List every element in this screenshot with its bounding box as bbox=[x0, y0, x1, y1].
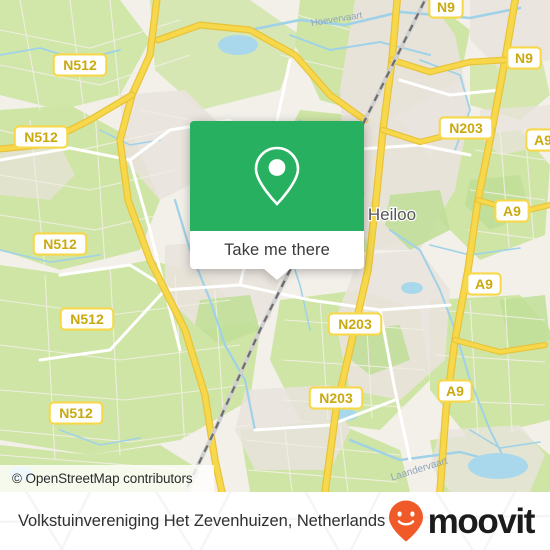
road-shield-label: A9 bbox=[475, 276, 493, 292]
road-shield-label: A9 bbox=[446, 383, 464, 399]
road-shield-n9-1: N9 bbox=[506, 46, 542, 70]
location-pin-icon bbox=[254, 146, 300, 206]
road-shield-n512-3: N512 bbox=[13, 125, 69, 149]
city-label-heiloo: Heiloo bbox=[368, 205, 416, 224]
road-shield-label: N512 bbox=[43, 236, 77, 252]
road-shield-n512-13: N512 bbox=[48, 401, 104, 425]
road-shield-label: N512 bbox=[24, 129, 58, 145]
moovit-pin-smiley-icon bbox=[388, 500, 423, 542]
road-shield-label: A9 bbox=[534, 132, 550, 148]
road-shield-label: N203 bbox=[449, 120, 483, 136]
footer-bar: Volkstuinvereniging Het Zevenhuizen, Net… bbox=[0, 492, 550, 550]
road-shield-label: N512 bbox=[63, 57, 97, 73]
callout-button-label: Take me there bbox=[224, 240, 330, 259]
road-shield-label: N512 bbox=[70, 311, 104, 327]
take-me-there-callout[interactable]: Take me there bbox=[190, 121, 364, 280]
moovit-wordmark: moovit bbox=[427, 501, 536, 541]
road-shield-a9-6: A9 bbox=[494, 199, 530, 223]
road-shield-label: N203 bbox=[319, 390, 353, 406]
road-shield-label: N203 bbox=[338, 316, 372, 332]
moovit-map-screen: Heiloo Hoevervaart Laandervaart N9 N9 N512… bbox=[0, 0, 550, 550]
road-shield-a9-12: A9 bbox=[437, 379, 473, 403]
road-shield-n512-7: N512 bbox=[32, 232, 88, 256]
map-attribution[interactable]: © OpenStreetMap contributors bbox=[0, 465, 214, 492]
place-name-label: Volkstuinvereniging Het Zevenhuizen, Net… bbox=[18, 511, 386, 530]
road-shield-label: N9 bbox=[515, 50, 533, 66]
road-shield-label: N512 bbox=[59, 405, 93, 421]
road-shield-label: A9 bbox=[503, 203, 521, 219]
road-shield-n512-9: N512 bbox=[59, 307, 115, 331]
road-shield-label: N9 bbox=[437, 0, 455, 15]
road-shield-n512-2: N512 bbox=[52, 53, 108, 77]
road-shield-n203-11: N203 bbox=[308, 386, 364, 410]
callout-tail bbox=[264, 269, 290, 280]
moovit-logo[interactable]: moovit bbox=[387, 499, 536, 543]
road-shield-n9-0: N9 bbox=[428, 0, 464, 19]
road-shield-n203-10: N203 bbox=[327, 312, 383, 336]
callout-icon-panel bbox=[190, 121, 364, 231]
road-shield-n203-4: N203 bbox=[438, 116, 494, 140]
callout-button[interactable]: Take me there bbox=[190, 231, 364, 280]
attribution-text: © OpenStreetMap contributors bbox=[12, 471, 193, 486]
road-shield-a9-8: A9 bbox=[466, 272, 502, 296]
road-shield-a9-5: A9 bbox=[525, 128, 550, 152]
